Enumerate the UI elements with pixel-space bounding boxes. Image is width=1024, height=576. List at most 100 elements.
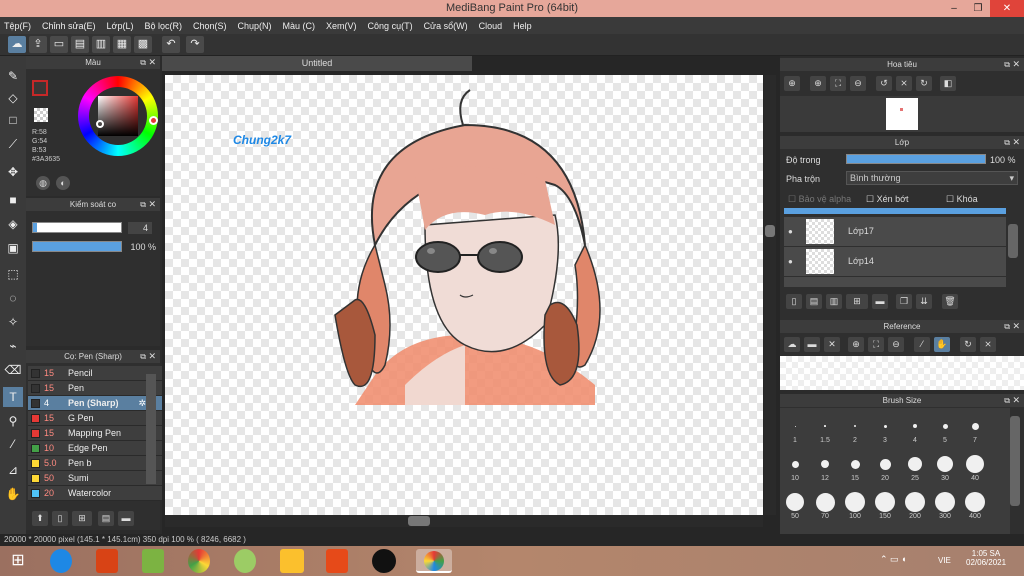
windows-start-icon[interactable]: ⊞ bbox=[6, 549, 30, 573]
hand-icon[interactable]: ✋ bbox=[934, 337, 950, 352]
document-tab[interactable]: Untitled bbox=[162, 56, 472, 71]
visibility-icon[interactable]: ● bbox=[788, 227, 793, 236]
select-rect-tool-icon[interactable]: ⬚ bbox=[3, 264, 23, 284]
rotate-right-icon[interactable]: ↻ bbox=[916, 76, 932, 91]
menu-help[interactable]: Help bbox=[513, 21, 532, 31]
dropper-tool-icon[interactable]: ⊿ bbox=[3, 460, 23, 480]
brush-size-preset[interactable] bbox=[824, 425, 826, 427]
close-icon[interactable]: ✕ bbox=[148, 56, 156, 69]
new-brush-icon[interactable]: ▯ bbox=[52, 511, 68, 526]
brush-size-preset[interactable] bbox=[875, 492, 895, 512]
restore-button[interactable]: ❐ bbox=[964, 0, 992, 17]
brush-size-preset[interactable] bbox=[791, 460, 799, 468]
tray-icons[interactable]: ⌃ ▭ ◖ bbox=[880, 554, 906, 565]
divide-tool-icon[interactable]: ⚲ bbox=[3, 411, 23, 431]
brush-size-preset[interactable] bbox=[971, 422, 979, 430]
new-layer-1bit-icon[interactable]: ▤ bbox=[806, 294, 822, 309]
menu-select[interactable]: Chọn(S) bbox=[193, 21, 227, 31]
tiktok-icon[interactable] bbox=[372, 549, 396, 573]
menu-tools[interactable]: Công cụ(T) bbox=[368, 21, 413, 31]
brush-size-preset[interactable] bbox=[794, 425, 796, 427]
pen-line-tool-icon[interactable]: ⟋ bbox=[3, 134, 23, 154]
palette-icon[interactable]: ◍ bbox=[36, 176, 50, 190]
brush-size-preset[interactable] bbox=[913, 424, 917, 428]
pin-icon[interactable]: ⧉ bbox=[1004, 136, 1010, 149]
blend-mode-select[interactable]: Bình thường ▾ bbox=[846, 171, 1018, 185]
brush-size-value[interactable]: 4 bbox=[128, 222, 152, 234]
rotate-icon[interactable]: ↻ bbox=[960, 337, 976, 352]
document-icon[interactable]: ▥ bbox=[92, 36, 110, 53]
brush-settings-icon[interactable]: ✲ bbox=[138, 396, 146, 411]
close-icon[interactable]: ✕ bbox=[1012, 136, 1020, 149]
fit-icon[interactable]: ⛶ bbox=[830, 76, 846, 91]
brush-size-preset[interactable] bbox=[821, 460, 829, 468]
gradient-tool-icon[interactable]: ▣ bbox=[3, 238, 23, 258]
layers-scrollbar[interactable] bbox=[1008, 224, 1018, 258]
selected-layer-edge[interactable] bbox=[784, 208, 1006, 214]
brush-size-preset[interactable] bbox=[815, 492, 835, 512]
menu-snap[interactable]: Chụp(N) bbox=[238, 21, 272, 31]
app-icon[interactable] bbox=[96, 549, 118, 573]
menu-window[interactable]: Cửa sổ(W) bbox=[424, 21, 468, 31]
brush-size-scrollbar[interactable] bbox=[1010, 416, 1020, 506]
powerpoint-icon[interactable] bbox=[326, 549, 348, 573]
grid-icon[interactable]: ▩ bbox=[134, 36, 152, 53]
duplicate-layer-icon[interactable]: ❐ bbox=[896, 294, 912, 309]
eyedropper-tool-icon[interactable]: ⁄ bbox=[3, 434, 23, 454]
folder-icon[interactable]: ▬ bbox=[118, 511, 134, 526]
cloud-open-icon[interactable]: ☁ bbox=[784, 337, 800, 352]
move-tool-icon[interactable]: ✥ bbox=[3, 162, 23, 182]
lasso-tool-icon[interactable]: ◌ bbox=[3, 288, 23, 308]
new-layer-icon[interactable]: ▯ bbox=[786, 294, 802, 309]
menu-view[interactable]: Xem(V) bbox=[326, 21, 357, 31]
menu-edit[interactable]: Chỉnh sửa(E) bbox=[42, 21, 96, 31]
hue-ring[interactable] bbox=[78, 76, 158, 156]
delete-layer-icon[interactable]: 🗑 bbox=[942, 294, 958, 309]
cloud-icon[interactable]: ☁ bbox=[8, 36, 26, 53]
pin-icon[interactable]: ⧉ bbox=[140, 350, 146, 363]
list-icon[interactable]: ▦ bbox=[113, 36, 131, 53]
zoom-out-icon[interactable]: ⊖ bbox=[888, 337, 904, 352]
team-icon[interactable]: ▤ bbox=[71, 36, 89, 53]
share-icon[interactable]: ⇪ bbox=[29, 36, 47, 53]
language-indicator[interactable]: VIE bbox=[938, 556, 951, 565]
brush-size-preset[interactable] bbox=[850, 459, 860, 469]
folder-icon[interactable]: ▬ bbox=[872, 294, 888, 309]
navigator-preview[interactable] bbox=[780, 96, 1024, 132]
add-layer-menu-icon[interactable]: ⊞ bbox=[846, 294, 868, 309]
pin-icon[interactable]: ⧉ bbox=[1004, 394, 1010, 407]
brush-size-preset[interactable] bbox=[908, 457, 922, 471]
close-button[interactable]: ✕ bbox=[990, 0, 1024, 17]
color-handle[interactable] bbox=[96, 120, 104, 128]
menu-layer[interactable]: Lớp(L) bbox=[107, 21, 134, 31]
protect-alpha-checkbox[interactable]: ☐ Bảo vệ alpha bbox=[788, 194, 851, 205]
foreground-color-swatch[interactable] bbox=[32, 80, 48, 96]
layer-opacity-slider[interactable] bbox=[846, 154, 986, 164]
transparent-swatch[interactable] bbox=[34, 108, 48, 122]
magic-wand-tool-icon[interactable]: ✧ bbox=[3, 312, 23, 332]
brush-size-preset[interactable] bbox=[942, 423, 948, 429]
merge-layer-icon[interactable]: ⇊ bbox=[916, 294, 932, 309]
pin-icon[interactable]: ⧉ bbox=[140, 56, 146, 69]
lock-checkbox[interactable]: ☐ Khóa bbox=[946, 194, 978, 205]
close-icon[interactable]: ✕ bbox=[1012, 320, 1020, 333]
close-icon[interactable]: ✕ bbox=[1012, 394, 1020, 407]
brush-menu-icon[interactable]: ⊞ bbox=[72, 511, 92, 526]
eraser-tool-icon[interactable]: ◇ bbox=[3, 88, 23, 108]
canvas[interactable]: Chung2k7 bbox=[165, 75, 763, 515]
brush-size-preset[interactable] bbox=[883, 424, 887, 428]
new-layer-8bit-icon[interactable]: ▥ bbox=[826, 294, 842, 309]
rotate-left-icon[interactable]: ↺ bbox=[876, 76, 892, 91]
menu-file[interactable]: Tệp(F) bbox=[4, 21, 31, 31]
brush-size-preset[interactable] bbox=[786, 493, 804, 511]
select-pen-tool-icon[interactable]: ⌁ bbox=[3, 336, 23, 356]
brush-size-slider[interactable] bbox=[32, 222, 122, 233]
brush-size-preset[interactable] bbox=[845, 492, 865, 512]
brush-size-preset[interactable] bbox=[905, 492, 925, 512]
brush-tool-icon[interactable]: ✎ bbox=[3, 66, 23, 86]
color-set-icon[interactable]: ◐ bbox=[56, 176, 70, 190]
undo-icon[interactable]: ↶ bbox=[162, 36, 180, 53]
reset-rotate-icon[interactable]: ⨯ bbox=[896, 76, 912, 91]
hue-handle[interactable] bbox=[149, 116, 158, 125]
zoom-icon[interactable]: ⊕ bbox=[784, 76, 800, 91]
